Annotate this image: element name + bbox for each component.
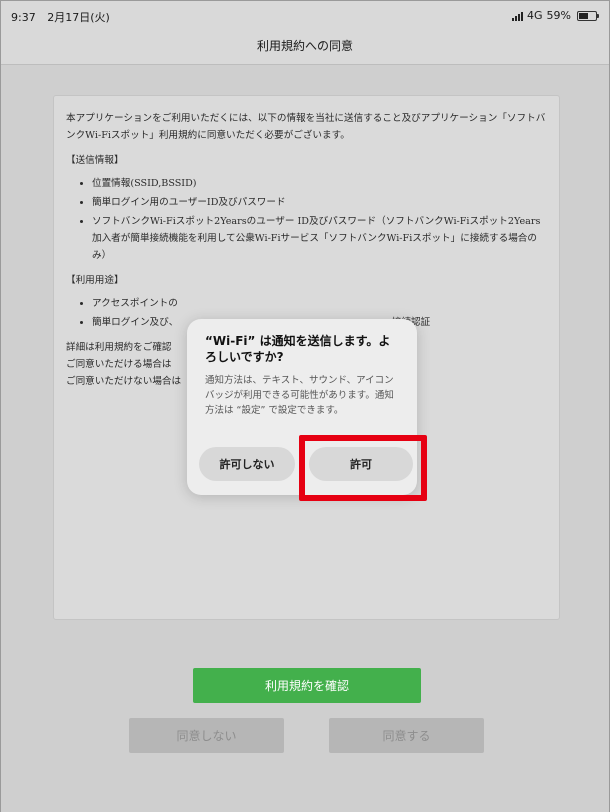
dont-allow-button[interactable]: 許可しない <box>199 447 295 481</box>
app-screen: 9:37 2月17日(火) 4G 59% 利用規約への同意 本アプリケーションを… <box>0 0 610 812</box>
purpose-title: 【利用用途】 <box>66 275 124 286</box>
battery-fill <box>579 12 589 19</box>
nav-bar: 利用規約への同意 <box>1 31 609 65</box>
send-info-title: 【送信情報】 <box>66 155 124 166</box>
battery-icon <box>577 10 599 21</box>
terms-intro: 本アプリケーションをご利用いただくには、以下の情報を当社に送信すること及びアプリ… <box>66 113 546 141</box>
view-terms-button[interactable]: 利用規約を確認 <box>193 668 421 703</box>
notification-permission-dialog: “Wi-Fi” は通知を送信します。よろしいですか? 通知方法は、テキスト、サウ… <box>187 319 417 495</box>
send-info-list: 位置情報(SSID,BSSID) 簡単ログイン用のユーザーID及びパスワード ソ… <box>92 175 547 264</box>
status-time: 9:37 <box>11 11 36 24</box>
list-item: アクセスポイントの <box>92 295 547 312</box>
list-item: 簡単ログイン用のユーザーID及びパスワード <box>92 194 547 211</box>
list-item: ソフトバンクWi-Fiスポット2Yearsのユーザー ID及びパスワード（ソフト… <box>92 213 547 264</box>
status-date: 2月17日(火) <box>47 11 110 24</box>
dialog-title: “Wi-Fi” は通知を送信します。よろしいですか? <box>205 334 391 364</box>
cellular-signal-icon <box>512 11 524 21</box>
allow-button[interactable]: 許可 <box>309 447 413 481</box>
disagree-button[interactable]: 同意しない <box>129 718 284 753</box>
dialog-message: 通知方法は、テキスト、サウンド、アイコンバッジが利用できる可能性があります。通知… <box>205 375 394 416</box>
network-type: 4G <box>527 9 543 22</box>
status-bar: 9:37 2月17日(火) 4G 59% <box>1 1 609 31</box>
list-item: 位置情報(SSID,BSSID) <box>92 175 547 192</box>
agree-button[interactable]: 同意する <box>329 718 484 753</box>
battery-percent: 59% <box>546 9 571 22</box>
page-title: 利用規約への同意 <box>256 39 353 53</box>
